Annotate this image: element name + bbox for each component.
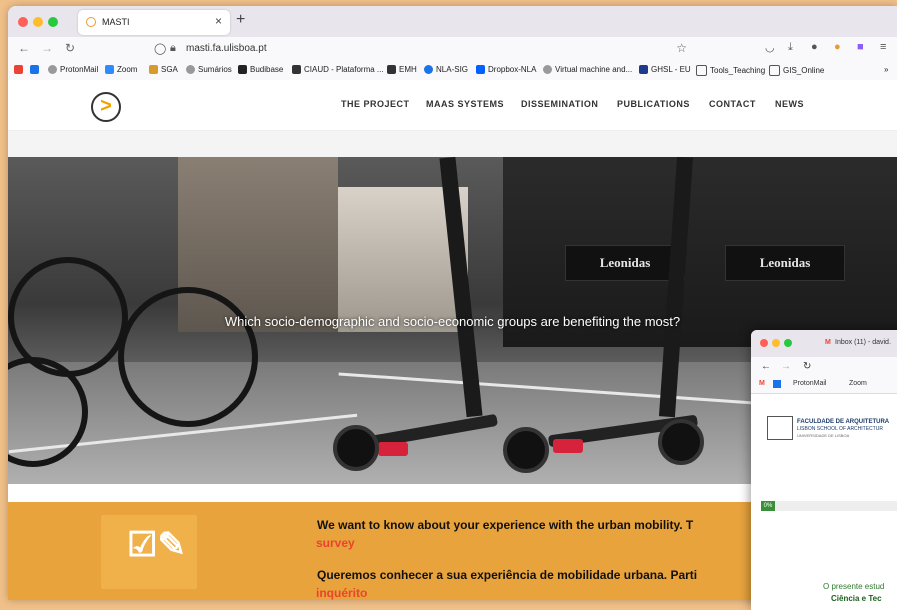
extensions-puzzle-icon[interactable]: ■: [857, 41, 864, 53]
back-icon[interactable]: ←: [761, 361, 771, 372]
calendar-icon[interactable]: [773, 380, 781, 388]
bookmark-budibase[interactable]: Budibase: [238, 65, 283, 74]
survey-text-en: We want to know about your experience wi…: [317, 518, 694, 532]
forward-icon[interactable]: →: [41, 41, 53, 55]
url-text[interactable]: masti.fa.ulisboa.pt: [186, 43, 267, 54]
nav-contact[interactable]: CONTACT: [709, 99, 756, 109]
tab-masti[interactable]: MASTI ×: [78, 10, 230, 35]
gmail-icon[interactable]: [14, 65, 23, 74]
gmail-icon[interactable]: M: [759, 380, 765, 387]
nav-dissemination[interactable]: DISSEMINATION: [521, 99, 598, 109]
progress-label: 0%: [761, 501, 775, 511]
nav-publications[interactable]: PUBLICATIONS: [617, 99, 690, 109]
new-tab-button[interactable]: +: [236, 11, 245, 29]
close-window-button[interactable]: [18, 17, 28, 27]
second-browser-window[interactable]: M Inbox (11) - david. ← → ↻ M ProtonMail…: [751, 330, 897, 610]
bookmark-sga[interactable]: SGA: [149, 65, 178, 74]
popup-navigation-bar: ← → ↻: [751, 357, 897, 377]
reload-icon[interactable]: ↻: [803, 361, 811, 372]
survey-link-en[interactable]: survey: [316, 536, 355, 550]
forward-icon[interactable]: →: [781, 361, 791, 372]
bookmark-dropbox-nla[interactable]: Dropbox-NLA: [476, 65, 536, 74]
close-tab-icon[interactable]: ×: [215, 14, 222, 28]
maximize-window-button[interactable]: [48, 17, 58, 27]
survey-progress-bar: 0%: [761, 501, 897, 511]
masti-logo[interactable]: >: [91, 92, 121, 122]
nav-news[interactable]: NEWS: [775, 99, 804, 109]
gmail-icon: M: [825, 339, 831, 346]
bookmark-zoom[interactable]: Zoom: [849, 380, 867, 387]
reload-icon[interactable]: ↻: [65, 41, 75, 55]
survey-link-pt[interactable]: inquérito: [316, 586, 367, 600]
survey-intro-text: O presente estud: [823, 582, 885, 591]
navigation-bar: ← → ↻ ◯ 🔒︎ masti.fa.ulisboa.pt ☆ ◡ ⤓ ● ●…: [8, 37, 897, 61]
bookmark-protonmail[interactable]: ProtonMail: [793, 380, 826, 387]
shop-sign: Leonidas: [565, 245, 685, 281]
bookmark-ciaud[interactable]: CIAUD - Plataforma ...: [292, 65, 384, 74]
checklist-pencil-icon: ☑✎: [101, 515, 197, 589]
nav-maas-systems[interactable]: MAAS SYSTEMS: [426, 99, 504, 109]
bookmark-zoom[interactable]: Zoom: [105, 65, 137, 74]
menu-hamburger-icon[interactable]: ≡: [880, 41, 886, 53]
tab-bar: MASTI × +: [8, 6, 897, 37]
bookmark-ghsl[interactable]: GHSL - EU: [639, 65, 691, 74]
bookmarks-overflow-icon[interactable]: »: [884, 65, 888, 74]
bookmark-virtual-machine[interactable]: Virtual machine and...: [543, 65, 632, 74]
bookmark-star-icon[interactable]: ☆: [676, 41, 687, 55]
masti-favicon-icon: [86, 17, 96, 27]
header-spacer: [8, 131, 897, 157]
folder-tools-teaching[interactable]: Tools_Teaching: [696, 65, 765, 76]
profile-icon[interactable]: ●: [811, 41, 818, 53]
popup-maximize-button[interactable]: [784, 339, 792, 347]
bookmarks-bar: ProtonMail Zoom SGA Sumários Budibase CI…: [8, 61, 897, 81]
lock-icon[interactable]: 🔒︎: [170, 42, 176, 55]
bookmark-nla-sig[interactable]: NLA-SIG: [424, 65, 468, 74]
folder-gis-online[interactable]: GIS_Online: [769, 65, 824, 76]
popup-bookmarks-bar: M ProtonMail Zoom: [751, 377, 897, 394]
minimize-window-button[interactable]: [33, 17, 43, 27]
bookmark-emh[interactable]: EMH: [387, 65, 417, 74]
faculty-building-icon: [767, 416, 793, 440]
hero-question: Which socio-demographic and socio-econom…: [224, 314, 681, 329]
popup-tab-bar: M Inbox (11) - david.: [751, 330, 897, 357]
popup-tab-title[interactable]: Inbox (11) - david.: [835, 339, 891, 346]
back-icon[interactable]: ←: [18, 41, 30, 55]
bicycles-photo: [8, 177, 268, 484]
calendar-icon[interactable]: [30, 65, 39, 74]
extension-icon[interactable]: ●: [834, 41, 841, 53]
pocket-icon[interactable]: ◡: [765, 41, 775, 54]
nav-the-project[interactable]: THE PROJECT: [341, 99, 410, 109]
tab-title: MASTI: [102, 17, 130, 27]
shop-sign: Leonidas: [725, 245, 845, 281]
popup-close-button[interactable]: [760, 339, 768, 347]
survey-intro-text-bold: Ciência e Tec: [831, 594, 882, 603]
download-icon[interactable]: ⤓: [788, 41, 793, 54]
bookmark-sumarios[interactable]: Sumários: [186, 65, 232, 74]
tracking-shield-icon[interactable]: ◯: [154, 42, 166, 55]
popup-minimize-button[interactable]: [772, 339, 780, 347]
survey-text-pt: Queremos conhecer a sua experiência de m…: [317, 568, 698, 582]
bookmark-protonmail[interactable]: ProtonMail: [48, 65, 98, 74]
site-header: > THE PROJECT MAAS SYSTEMS DISSEMINATION…: [8, 80, 897, 131]
address-bar[interactable]: ◯ 🔒︎ masti.fa.ulisboa.pt ☆: [148, 39, 693, 59]
